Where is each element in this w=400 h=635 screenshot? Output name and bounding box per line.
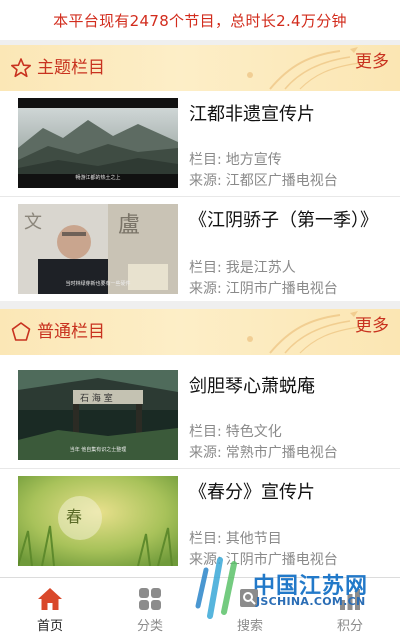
list-item[interactable]: 盧 文 当时林绿芽新也要有一些硬件 《江阴骄子（第一季）》 栏目: 我是江苏人 来… <box>0 197 400 301</box>
video-thumbnail[interactable]: 石 海 室 当年 他自集有识之士整理 <box>18 370 178 460</box>
tab-home[interactable]: 首页 <box>0 578 100 635</box>
video-caption: 当时林绿芽新也要有一些硬件 <box>65 281 131 287</box>
section-header-themed: 主题栏目 更多 <box>0 45 400 91</box>
search-icon <box>240 589 258 607</box>
svg-text:石 海 室: 石 海 室 <box>80 392 113 404</box>
svg-text:文: 文 <box>24 212 42 233</box>
program-source: 来源: 江都区广播电视台 <box>189 173 338 189</box>
section-title: 普通栏目 <box>37 322 105 342</box>
list-item[interactable]: 石 海 室 当年 他自集有识之士整理 剑胆琴心萧蜕庵 栏目: 特色文化 来源: 常熟… <box>0 363 400 467</box>
bottom-tab-bar: 首页 分类 搜索 积分 <box>0 577 400 635</box>
program-source: 来源: 常熟市广播电视台 <box>189 445 338 461</box>
list-item[interactable]: 畅游江都的热土之上 江都非遗宣传片 栏目: 地方宣传 来源: 江都区广播电视台 <box>0 91 400 195</box>
tab-search[interactable]: 搜索 <box>200 578 300 635</box>
program-column: 栏目: 地方宣传 <box>189 152 282 168</box>
home-icon <box>38 588 62 610</box>
program-title[interactable]: 江都非遗宣传片 <box>189 103 389 127</box>
spacer <box>0 301 400 309</box>
svg-text:盧: 盧 <box>118 213 140 238</box>
program-source: 来源: 江阴市广播电视台 <box>189 281 338 297</box>
platform-stats-text: 本平台现有2478个节目，总时长2.4万分钟 <box>53 11 347 30</box>
tab-points[interactable]: 积分 <box>300 578 400 635</box>
grid-icon <box>139 588 161 610</box>
video-thumbnail[interactable]: 畅游江都的热土之上 <box>18 98 178 188</box>
video-caption: 畅游江都的热土之上 <box>75 175 121 181</box>
more-link[interactable]: 更多 <box>355 51 389 73</box>
tab-label: 首页 <box>36 619 63 634</box>
program-source: 来源: 江阴市广播电视台 <box>189 552 338 568</box>
program-title[interactable]: 《江阴骄子（第一季）》 <box>189 209 389 233</box>
platform-stats-banner: 本平台现有2478个节目，总时长2.4万分钟 <box>0 0 400 40</box>
program-title[interactable]: 剑胆琴心萧蜕庵 <box>189 375 389 399</box>
star-icon <box>11 58 31 78</box>
program-title[interactable]: 《春分》宣传片 <box>189 481 389 505</box>
more-link[interactable]: 更多 <box>355 315 389 337</box>
video-thumbnail[interactable]: 春 <box>18 476 178 566</box>
points-icon <box>340 589 360 610</box>
tab-label: 分类 <box>136 619 163 634</box>
section-title: 主题栏目 <box>37 58 105 78</box>
pentagon-icon <box>11 322 31 341</box>
list-item[interactable]: 春 《春分》宣传片 栏目: 其他节目 来源: 江阴市广播电视台 <box>0 469 400 573</box>
tab-label: 积分 <box>336 619 363 634</box>
program-column: 栏目: 其他节目 <box>189 531 282 547</box>
program-column: 栏目: 我是江苏人 <box>189 260 296 276</box>
section-header-regular: 普通栏目 更多 <box>0 309 400 355</box>
svg-text:春: 春 <box>66 507 82 526</box>
program-column: 栏目: 特色文化 <box>189 424 282 440</box>
video-thumbnail[interactable]: 盧 文 当时林绿芽新也要有一些硬件 <box>18 204 178 294</box>
tab-category[interactable]: 分类 <box>100 578 200 635</box>
tab-label: 搜索 <box>236 619 263 634</box>
video-caption: 当年 他自集有识之士整理 <box>69 447 127 453</box>
